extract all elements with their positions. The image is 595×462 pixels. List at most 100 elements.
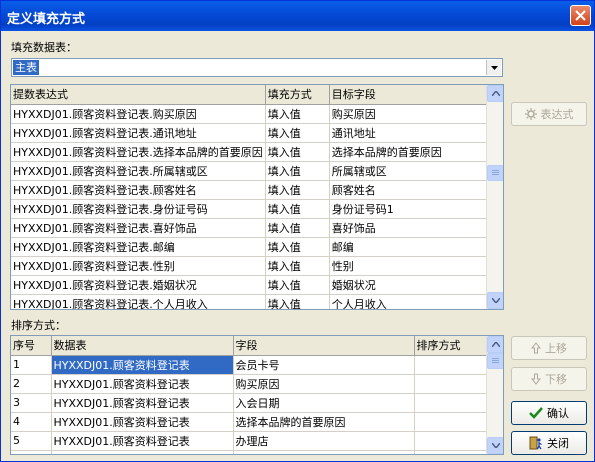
mapping-scrollbar[interactable] bbox=[486, 85, 503, 309]
target-field-cell[interactable]: 个人月收入 bbox=[329, 294, 490, 309]
target-field-cell[interactable]: 邮编 bbox=[329, 237, 490, 257]
expression-cell[interactable]: HYXXDJ01.顾客资料登记表.顾客姓名 bbox=[11, 180, 266, 200]
field-cell[interactable]: 购买原因 bbox=[233, 374, 415, 394]
column-header-field[interactable]: 字段 bbox=[233, 336, 415, 356]
scroll-thumb[interactable] bbox=[487, 165, 503, 181]
index-cell[interactable]: 3 bbox=[11, 393, 52, 413]
column-header-fill-mode[interactable]: 填充方式 bbox=[265, 85, 330, 105]
table-row[interactable]: HYXXDJ01.顾客资料登记表.邮编 填入值 邮编 bbox=[11, 237, 490, 257]
table-cell[interactable]: HYXXDJ01.顾客资料登记表 bbox=[51, 374, 234, 394]
table-row[interactable]: 3 HYXXDJ01.顾客资料登记表 入会日期 bbox=[11, 393, 487, 413]
expression-button[interactable]: 表达式 bbox=[511, 102, 587, 126]
expression-cell[interactable]: HYXXDJ01.顾客资料登记表.通讯地址 bbox=[11, 123, 266, 143]
column-header-sort-order[interactable]: 排序方式 bbox=[414, 336, 487, 356]
expression-cell[interactable]: HYXXDJ01.顾客资料登记表.购买原因 bbox=[11, 104, 266, 124]
table-row[interactable]: 5 HYXXDJ01.顾客资料登记表 办理店 bbox=[11, 431, 487, 451]
table-row[interactable]: HYXXDJ01.顾客资料登记表.性别 填入值 性别 bbox=[11, 256, 490, 276]
scroll-up-button[interactable] bbox=[487, 85, 503, 102]
close-icon bbox=[575, 10, 586, 21]
sort-order-cell[interactable] bbox=[414, 412, 487, 432]
target-field-cell[interactable]: 所属辖或区 bbox=[329, 161, 490, 181]
index-cell[interactable]: 4 bbox=[11, 412, 52, 432]
ok-button[interactable]: 确认 bbox=[511, 401, 587, 425]
table-row[interactable]: HYXXDJ01.顾客资料登记表.喜好饰品 填入值 喜好饰品 bbox=[11, 218, 490, 238]
table-cell[interactable]: HYXXDJ01.顾客资料登记表 bbox=[51, 412, 234, 432]
index-cell[interactable]: 1 bbox=[11, 355, 52, 375]
column-header-expression[interactable]: 提数表达式 bbox=[11, 85, 266, 105]
sort-order-cell[interactable] bbox=[414, 450, 487, 454]
fill-mode-cell[interactable]: 填入值 bbox=[265, 237, 330, 257]
table-row[interactable]: 2 HYXXDJ01.顾客资料登记表 购买原因 bbox=[11, 374, 487, 394]
field-cell[interactable]: 入会日期 bbox=[233, 393, 415, 413]
target-field-cell[interactable]: 购买原因 bbox=[329, 104, 490, 124]
table-row[interactable]: HYXXDJ01.顾客资料登记表.选择本品牌的首要原因 填入值 选择本品牌的首要原因 bbox=[11, 142, 490, 162]
table-row[interactable]: 1 HYXXDJ01.顾客资料登记表 会员卡号 bbox=[11, 355, 487, 375]
table-row[interactable]: HYXXDJ01.顾客资料登记表.购买原因 填入值 购买原因 bbox=[11, 104, 490, 124]
move-down-button[interactable]: 下移 bbox=[511, 367, 587, 391]
scroll-thumb[interactable] bbox=[487, 353, 503, 369]
fill-mode-cell[interactable]: 填入值 bbox=[265, 123, 330, 143]
close-button[interactable]: 关闭 bbox=[511, 431, 587, 455]
table-row[interactable]: HYXXDJ01.顾客资料登记表.婚姻状况 填入值 婚姻状况 bbox=[11, 275, 490, 295]
fill-mode-cell[interactable]: 填入值 bbox=[265, 256, 330, 276]
sort-order-cell[interactable] bbox=[414, 431, 487, 451]
expression-cell[interactable]: HYXXDJ01.顾客资料登记表.邮编 bbox=[11, 237, 266, 257]
fill-mode-cell[interactable]: 填入值 bbox=[265, 275, 330, 295]
fill-mode-cell[interactable]: 填入值 bbox=[265, 218, 330, 238]
table-row[interactable]: HYXXDJ01.顾客资料登记表.顾客姓名 填入值 顾客姓名 bbox=[11, 180, 490, 200]
expression-cell[interactable]: HYXXDJ01.顾客资料登记表.选择本品牌的首要原因 bbox=[11, 142, 266, 162]
target-field-cell[interactable]: 选择本品牌的首要原因 bbox=[329, 142, 490, 162]
column-header-target-field[interactable]: 目标字段 bbox=[329, 85, 490, 105]
target-field-cell[interactable]: 顾客姓名 bbox=[329, 180, 490, 200]
expression-cell[interactable]: HYXXDJ01.顾客资料登记表.性别 bbox=[11, 256, 266, 276]
table-row[interactable]: HYXXDJ01.顾客资料登记表.所属辖或区 填入值 所属辖或区 bbox=[11, 161, 490, 181]
target-field-cell[interactable]: 通讯地址 bbox=[329, 123, 490, 143]
table-cell[interactable]: HYXXDJ01.顾客资料登记表 bbox=[51, 355, 234, 375]
table-row[interactable]: 6HYXXDJ01.顾客资料登记表喜好饰品 bbox=[11, 450, 487, 454]
target-field-cell[interactable]: 婚姻状况 bbox=[329, 275, 490, 295]
field-cell[interactable]: 喜好饰品 bbox=[233, 450, 415, 454]
expression-cell[interactable]: HYXXDJ01.顾客资料登记表.喜好饰品 bbox=[11, 218, 266, 238]
target-field-cell[interactable]: 喜好饰品 bbox=[329, 218, 490, 238]
move-up-button[interactable]: 上移 bbox=[511, 336, 587, 360]
fill-mode-cell[interactable]: 填入值 bbox=[265, 104, 330, 124]
index-cell[interactable]: 6 bbox=[11, 450, 52, 454]
mapping-grid[interactable]: 提数表达式 填充方式 目标字段 HYXXDJ01.顾客资料登记表.购买原因 填入值… bbox=[10, 84, 504, 310]
table-row[interactable]: HYXXDJ01.顾客资料登记表.通讯地址 填入值 通讯地址 bbox=[11, 123, 490, 143]
fill-mode-cell[interactable]: 填入值 bbox=[265, 180, 330, 200]
expression-cell[interactable]: HYXXDJ01.顾客资料登记表.身份证号码 bbox=[11, 199, 266, 219]
index-cell[interactable]: 5 bbox=[11, 431, 52, 451]
scroll-down-button[interactable] bbox=[487, 292, 503, 309]
expression-cell[interactable]: HYXXDJ01.顾客资料登记表.婚姻状况 bbox=[11, 275, 266, 295]
sort-order-cell[interactable] bbox=[414, 355, 487, 375]
fill-mode-cell[interactable]: 填入值 bbox=[265, 199, 330, 219]
fill-mode-cell[interactable]: 填入值 bbox=[265, 294, 330, 309]
table-cell[interactable]: HYXXDJ01.顾客资料登记表 bbox=[51, 450, 234, 454]
table-row[interactable]: HYXXDJ01.顾客资料登记表.个人月收入 填入值 个人月收入 bbox=[11, 294, 490, 309]
sort-grid[interactable]: 序号 数据表 字段 排序方式 1 HYXXDJ01.顾客资料登记表 会员卡号 2 HYX… bbox=[10, 335, 504, 455]
close-window-button[interactable] bbox=[570, 5, 591, 26]
fill-mode-cell[interactable]: 填入值 bbox=[265, 161, 330, 181]
table-cell[interactable]: HYXXDJ01.顾客资料登记表 bbox=[51, 393, 234, 413]
fill-mode-cell[interactable]: 填入值 bbox=[265, 142, 330, 162]
scroll-up-button[interactable] bbox=[487, 336, 503, 353]
field-cell[interactable]: 办理店 bbox=[233, 431, 415, 451]
sort-scrollbar[interactable] bbox=[486, 336, 503, 454]
table-row[interactable]: 4 HYXXDJ01.顾客资料登记表 选择本品牌的首要原因 bbox=[11, 412, 487, 432]
field-cell[interactable]: 选择本品牌的首要原因 bbox=[233, 412, 415, 432]
expression-cell[interactable]: HYXXDJ01.顾客资料登记表.个人月收入 bbox=[11, 294, 266, 309]
field-cell[interactable]: 会员卡号 bbox=[233, 355, 415, 375]
index-cell[interactable]: 2 bbox=[11, 374, 52, 394]
sort-order-cell[interactable] bbox=[414, 393, 487, 413]
sort-order-cell[interactable] bbox=[414, 374, 487, 394]
table-row[interactable]: HYXXDJ01.顾客资料登记表.身份证号码 填入值 身份证号码1 bbox=[11, 199, 490, 219]
column-header-table[interactable]: 数据表 bbox=[51, 336, 234, 356]
column-header-index[interactable]: 序号 bbox=[11, 336, 52, 356]
target-field-cell[interactable]: 性别 bbox=[329, 256, 490, 276]
target-field-cell[interactable]: 身份证号码1 bbox=[329, 199, 490, 219]
dropdown-arrow[interactable] bbox=[486, 60, 501, 75]
table-cell[interactable]: HYXXDJ01.顾客资料登记表 bbox=[51, 431, 234, 451]
expression-cell[interactable]: HYXXDJ01.顾客资料登记表.所属辖或区 bbox=[11, 161, 266, 181]
scroll-down-button[interactable] bbox=[487, 437, 503, 454]
fill-table-select[interactable]: 主表 bbox=[11, 58, 503, 77]
